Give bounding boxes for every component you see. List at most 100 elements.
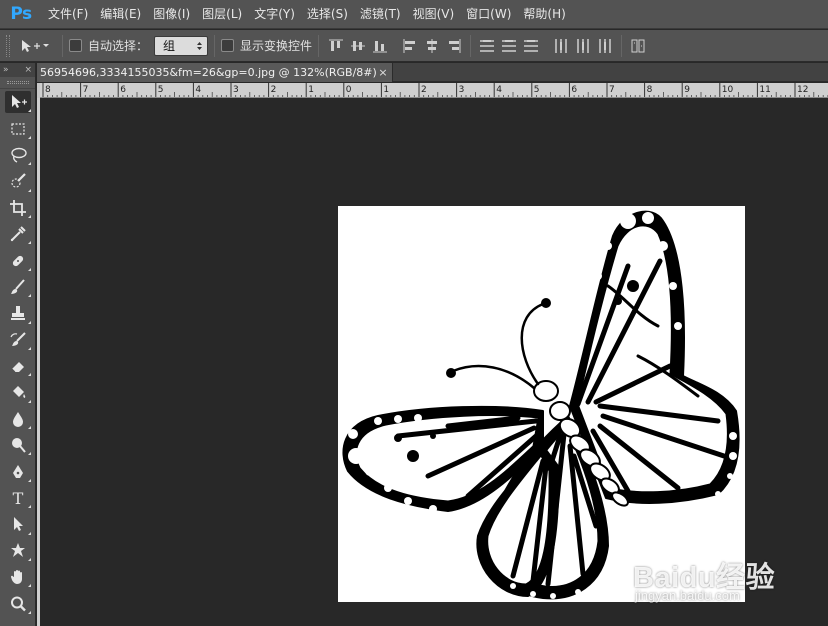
menu-filter[interactable]: 滤镜(T): [354, 0, 407, 29]
ruler-label: 8: [647, 85, 653, 95]
tool-pen-tool[interactable]: [0, 458, 36, 484]
menu-layer[interactable]: 图层(L): [196, 0, 248, 29]
tool-paint-bucket-tool[interactable]: [0, 379, 36, 405]
tool-button[interactable]: [5, 513, 31, 535]
distribute-top-icon: [480, 39, 495, 52]
ruler-label: 7: [609, 85, 615, 95]
divider: [62, 34, 63, 57]
tool-custom-shape-tool[interactable]: [0, 538, 36, 564]
tool-preset-picker[interactable]: [20, 38, 56, 54]
tool-button[interactable]: [5, 197, 31, 219]
tool-blur-tool[interactable]: [0, 406, 36, 432]
tool-button[interactable]: [5, 381, 31, 403]
tool-button[interactable]: [5, 434, 31, 456]
lasso-tool-icon: [11, 147, 27, 163]
healing-brush-tool-icon: [12, 255, 24, 266]
distribute-vcenter-button[interactable]: [501, 38, 517, 54]
tool-button[interactable]: [5, 566, 31, 588]
align-bottom-button[interactable]: [372, 38, 388, 54]
tool-crop-tool[interactable]: [0, 195, 36, 221]
show-transform-checkbox[interactable]: [221, 39, 235, 52]
tool-button[interactable]: [5, 144, 31, 166]
distribute-bottom-icon: [524, 39, 539, 52]
ruler-label: 1: [383, 85, 389, 95]
tool-button[interactable]: [5, 355, 31, 377]
menu-image[interactable]: 图像(I): [147, 0, 196, 29]
tool-button[interactable]: [5, 329, 31, 351]
ruler-label: 3: [459, 85, 465, 95]
tool-healing-brush-tool[interactable]: [0, 247, 36, 273]
tool-zoom-tool[interactable]: [0, 590, 36, 616]
tool-button[interactable]: [5, 540, 31, 562]
tool-clone-stamp-tool[interactable]: [0, 300, 36, 326]
distribute-bottom-button[interactable]: [523, 38, 539, 54]
document-tab[interactable]: 56954696,3334155035&fm=26&gp=0.jpg @ 132…: [37, 63, 393, 82]
tool-quick-select-tool[interactable]: [0, 168, 36, 194]
menu-window[interactable]: 窗口(W): [460, 0, 517, 29]
tool-button[interactable]: [5, 408, 31, 430]
distribute-top-button[interactable]: [479, 38, 495, 54]
distribute-hcenter-button[interactable]: [575, 38, 591, 54]
tool-type-tool[interactable]: T: [0, 485, 36, 511]
align-vcenter-button[interactable]: [350, 38, 366, 54]
tools-panel-grip[interactable]: [0, 77, 35, 89]
photoshop-window: Ps 文件(F) 编辑(E) 图像(I) 图层(L) 文字(Y) 选择(S) 滤…: [0, 0, 828, 626]
align-left-button[interactable]: [402, 38, 418, 54]
tool-hand-tool[interactable]: [0, 564, 36, 590]
tool-button[interactable]: [5, 170, 31, 192]
tool-button[interactable]: [5, 276, 31, 298]
ruler-origin[interactable]: [37, 83, 40, 98]
distribute-left-button[interactable]: [553, 38, 569, 54]
document-canvas-image[interactable]: [338, 206, 745, 602]
tool-path-select-tool[interactable]: [0, 511, 36, 537]
tool-eraser-tool[interactable]: [0, 353, 36, 379]
tool-button[interactable]: [5, 91, 31, 114]
divider: [318, 34, 320, 57]
align-right-icon: [449, 38, 461, 53]
close-icon[interactable]: ×: [376, 66, 390, 79]
auto-select-checkbox[interactable]: [69, 39, 82, 52]
tool-marquee-tool[interactable]: [0, 115, 36, 141]
paint-bucket-tool-icon: [13, 386, 26, 399]
canvas-workspace[interactable]: Baidu经验 jingyan.baidu.com: [40, 99, 828, 626]
tool-lasso-tool[interactable]: [0, 142, 36, 168]
tool-dodge-tool[interactable]: [0, 432, 36, 458]
ruler-label: 6: [571, 85, 577, 95]
divider: [470, 34, 472, 57]
auto-align-icon: [631, 39, 645, 52]
ruler-label: 5: [534, 85, 540, 95]
align-hcenter-button[interactable]: [424, 38, 440, 54]
align-right-button[interactable]: [446, 38, 462, 54]
auto-align-button[interactable]: [630, 38, 646, 54]
menu-help[interactable]: 帮助(H): [517, 0, 571, 29]
menu-select[interactable]: 选择(S): [301, 0, 354, 29]
collapse-icon[interactable]: »: [3, 63, 9, 77]
options-bar-grip[interactable]: [6, 34, 10, 57]
horizontal-ruler[interactable]: 8 7 6 5 4 3 2 1 0 1 2 3 4 5 6 7 8 9 10 11 12: [37, 83, 828, 98]
tool-eyedropper-tool[interactable]: [0, 221, 36, 247]
menu-edit[interactable]: 编辑(E): [94, 0, 147, 29]
ruler-label: 1: [308, 85, 314, 95]
tool-move-tool[interactable]: [0, 89, 36, 115]
tool-button[interactable]: [5, 250, 31, 272]
distribute-right-button[interactable]: [597, 38, 613, 54]
tool-button[interactable]: T: [5, 487, 31, 509]
close-icon[interactable]: ×: [24, 63, 32, 77]
tool-button[interactable]: [5, 223, 31, 245]
chevron-down-icon: [43, 43, 49, 47]
menu-type[interactable]: 文字(Y): [248, 0, 301, 29]
tool-history-brush-tool[interactable]: [0, 327, 36, 353]
align-left-icon: [403, 38, 416, 53]
align-top-button[interactable]: [328, 38, 344, 54]
tool-button[interactable]: [5, 461, 31, 483]
align-vcenter-icon: [351, 40, 366, 51]
tool-button[interactable]: [5, 118, 31, 140]
auto-select-target-dropdown[interactable]: 组: [154, 35, 209, 56]
menu-file[interactable]: 文件(F): [42, 0, 94, 29]
photoshop-logo[interactable]: Ps: [0, 0, 42, 29]
tool-button[interactable]: [5, 593, 31, 615]
menu-view[interactable]: 视图(V): [407, 0, 461, 29]
tool-brush-tool[interactable]: [0, 274, 36, 300]
move-tool-icon: [22, 39, 40, 52]
tool-button[interactable]: [5, 302, 31, 324]
